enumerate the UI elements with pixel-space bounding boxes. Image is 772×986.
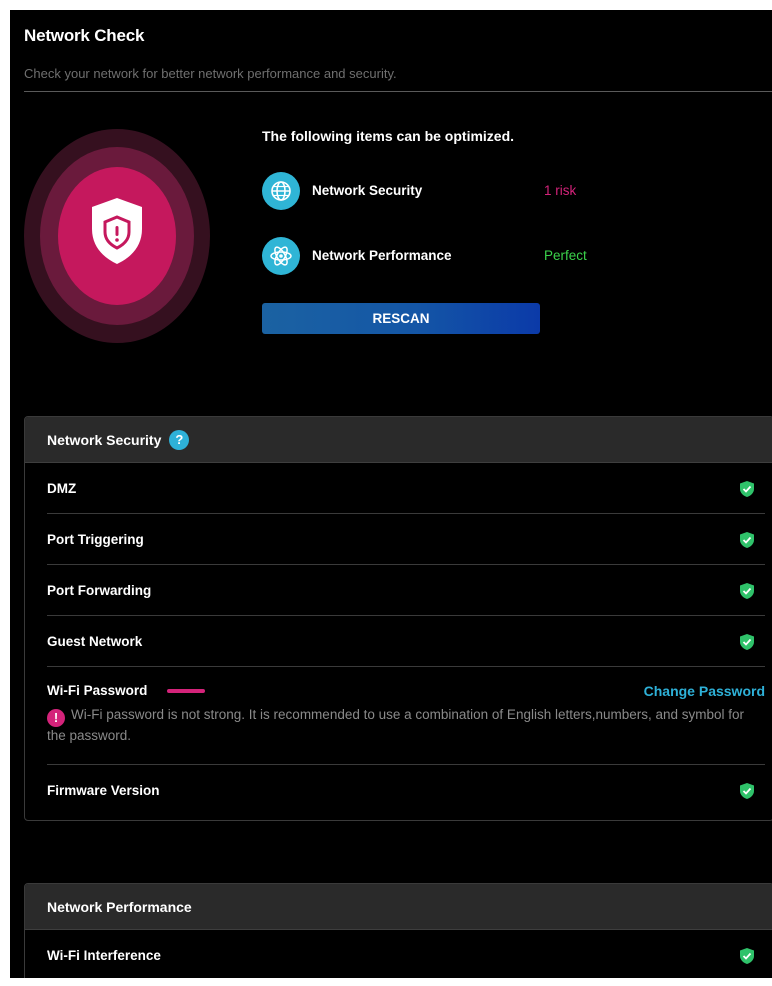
wifi-warning: ! Wi-Fi password is not strong. It is rec… — [47, 706, 765, 744]
optimize-title: The following items can be optimized. — [262, 128, 515, 144]
performance-status: Perfect — [544, 248, 587, 263]
rescan-button[interactable]: RESCAN — [262, 303, 540, 334]
item-label: Guest Network — [47, 633, 143, 649]
shield-alert-icon — [92, 198, 142, 264]
globe-icon — [262, 172, 300, 210]
password-strength-bar — [167, 688, 206, 693]
shield-check-icon — [740, 583, 754, 599]
performance-item-list: Wi-Fi Interference — [25, 930, 772, 978]
network-security-card: Network Security ? DMZ Port Triggering P… — [24, 416, 772, 821]
shield-check-icon — [740, 532, 754, 548]
item-label: DMZ — [47, 480, 77, 496]
item-label: Port Forwarding — [47, 582, 152, 598]
shield-check-icon — [740, 783, 754, 799]
shield-check-icon — [740, 481, 754, 497]
security-item-list: DMZ Port Triggering Port Forwarding Gues… — [25, 463, 772, 816]
item-label: Port Triggering — [47, 531, 144, 547]
shield-check-icon — [740, 948, 754, 964]
item-label: Wi-Fi Password — [47, 683, 148, 698]
security-status: 1 risk — [544, 183, 577, 198]
performance-card-title: Network Performance — [47, 898, 192, 915]
security-label: Network Security — [312, 183, 423, 198]
security-card-header: Network Security ? — [25, 417, 772, 463]
performance-label: Network Performance — [312, 248, 452, 263]
warning-icon: ! — [47, 708, 65, 727]
network-performance-card: Network Performance Wi-Fi Interference — [24, 883, 772, 978]
item-label: Firmware Version — [47, 783, 160, 798]
list-item-wifi-password: Wi-Fi Password Change Password ! Wi-Fi pa… — [47, 667, 765, 765]
help-icon[interactable]: ? — [169, 429, 190, 450]
atom-icon — [262, 237, 300, 275]
change-password-link[interactable]: Change Password — [644, 683, 765, 699]
list-item-wifi-interference: Wi-Fi Interference — [47, 930, 765, 978]
list-item-port-triggering: Port Triggering — [47, 514, 765, 565]
summary-performance-row: Network Performance Perfect — [262, 236, 587, 276]
list-item-guest-network: Guest Network — [47, 616, 765, 667]
header-divider — [24, 91, 772, 92]
performance-card-header: Network Performance — [25, 884, 772, 930]
page-title: Network Check — [24, 26, 145, 45]
item-label: Wi-Fi Interference — [47, 948, 161, 963]
security-card-title: Network Security — [47, 431, 162, 448]
shield-check-icon — [740, 634, 754, 650]
summary-security-row: Network Security 1 risk — [262, 171, 576, 211]
network-check-panel: Network Check Check your network for bet… — [10, 10, 772, 978]
list-item-port-forwarding: Port Forwarding — [47, 565, 765, 616]
page-subtitle: Check your network for better network pe… — [24, 66, 397, 81]
shield-graphic — [24, 129, 210, 343]
list-item-firmware-version: Firmware Version — [47, 765, 765, 816]
list-item-dmz: DMZ — [47, 463, 765, 514]
wifi-warning-text: Wi-Fi password is not strong. It is reco… — [47, 707, 745, 743]
